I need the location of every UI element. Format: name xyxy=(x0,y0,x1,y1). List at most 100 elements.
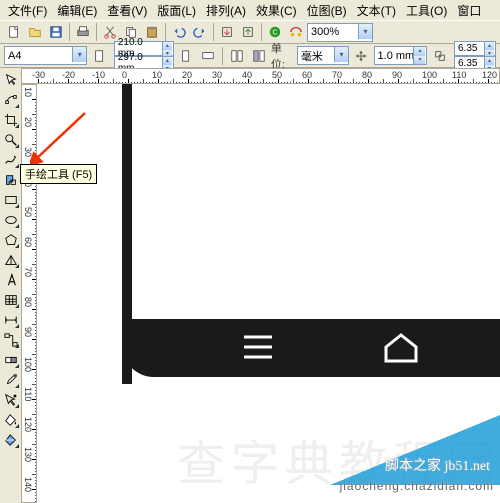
open-button[interactable] xyxy=(25,22,45,42)
separator xyxy=(69,23,70,41)
spinner-icon[interactable]: ▴▾ xyxy=(413,47,425,64)
pick-tool[interactable] xyxy=(1,70,20,89)
toolbox xyxy=(0,68,21,451)
undo-button[interactable] xyxy=(169,22,189,42)
paper-size-combo[interactable]: A4 ▾ xyxy=(4,46,87,65)
ruler-tick: 30 xyxy=(212,70,222,80)
units-value: 毫米 xyxy=(301,48,323,64)
watermark-url: jiaocheng.chazidian.com xyxy=(340,479,494,493)
menu-text[interactable]: 文本(T) xyxy=(353,0,400,21)
text-tool[interactable] xyxy=(1,270,20,289)
current-page-button[interactable] xyxy=(249,46,268,66)
landscape-button[interactable] xyxy=(198,46,217,66)
page-dimension-fields: 210.0 mm▴▾ 297.0 mm▴▾ xyxy=(114,41,174,71)
zoom-combo[interactable]: 300% ▾ xyxy=(307,23,373,42)
shape-tool[interactable] xyxy=(1,90,20,109)
dimension-tool[interactable] xyxy=(1,310,20,329)
dropdown-arrow-icon: ▾ xyxy=(334,47,348,62)
horizontal-ruler[interactable]: -30-20-100102030405060708090100110120130 xyxy=(21,68,500,84)
menu-window[interactable]: 窗口 xyxy=(453,0,485,21)
watermark-brand: 脚本之家 jb51.net xyxy=(385,455,490,475)
ruler-tick: 10 xyxy=(152,70,162,80)
ruler-tick: 100 xyxy=(422,70,437,80)
spinner-icon[interactable]: ▴▾ xyxy=(162,42,172,55)
property-bar: A4▾ 210.0 mm▴▾ 297.0 mm▴▾ 单位: 毫米▾ 1.0 mm… xyxy=(0,44,500,68)
dropdown-arrow-icon: ▾ xyxy=(358,24,372,39)
dropdown-arrow-icon: ▾ xyxy=(72,47,86,62)
spinner-icon[interactable]: ▴▾ xyxy=(484,42,494,55)
home-icon xyxy=(384,333,418,363)
eyedropper-tool[interactable] xyxy=(1,370,20,389)
outline-tool[interactable] xyxy=(1,390,20,409)
crop-tool[interactable] xyxy=(1,110,20,129)
ruler-tick: 50 xyxy=(272,70,282,80)
menu-tools[interactable]: 工具(O) xyxy=(402,0,451,21)
ruler-tick: 80 xyxy=(362,70,372,80)
separator xyxy=(165,23,166,41)
freehand-tool[interactable] xyxy=(1,150,20,169)
menu-view[interactable]: 查看(V) xyxy=(103,0,151,21)
basic-shapes-tool[interactable] xyxy=(1,250,20,269)
fill-tool[interactable] xyxy=(1,410,20,429)
separator xyxy=(213,23,214,41)
interactive-fill-tool[interactable] xyxy=(1,430,20,449)
ruler-tick: 0 xyxy=(122,70,127,80)
connector-tool[interactable] xyxy=(1,330,20,349)
nudge-offset-field[interactable]: 1.0 mm▴▾ xyxy=(374,46,428,65)
ruler-tick: 40 xyxy=(242,70,252,80)
all-pages-button[interactable] xyxy=(228,46,247,66)
print-button[interactable] xyxy=(73,22,93,42)
menu-file[interactable]: 文件(F) xyxy=(4,0,51,21)
ruler-tick: 70 xyxy=(332,70,342,80)
menu-edit[interactable]: 编辑(E) xyxy=(53,0,101,21)
separator xyxy=(96,23,97,41)
phone-navbar-shape[interactable] xyxy=(122,319,500,377)
ellipse-tool[interactable] xyxy=(1,210,20,229)
units-label: 单位: xyxy=(271,40,294,72)
zoom-value: 300% xyxy=(311,26,339,38)
ruler-tick: 120 xyxy=(482,70,497,80)
export-button[interactable] xyxy=(238,22,258,42)
tool-tooltip: 手绘工具 (F5) xyxy=(20,164,97,184)
menu-layout[interactable]: 版面(L) xyxy=(153,0,200,21)
zoom-tool[interactable] xyxy=(1,130,20,149)
ruler-tick: 80 xyxy=(23,297,33,307)
ruler-tick: 90 xyxy=(392,70,402,80)
ruler-tick: 90 xyxy=(23,327,33,337)
interactive-effects-tool[interactable] xyxy=(1,350,20,369)
paper-size-value: A4 xyxy=(8,50,21,62)
standard-toolbar: C 300% ▾ xyxy=(0,20,500,44)
duplicate-distance-fields: 6.35 ▴▾ 6.35 ▴▾ xyxy=(454,41,496,71)
duplicate-x-value: 6.35 xyxy=(458,43,477,54)
units-combo[interactable]: 毫米 ▾ xyxy=(297,46,349,65)
menu-bitmap[interactable]: 位图(B) xyxy=(303,0,351,21)
save-button[interactable] xyxy=(46,22,66,42)
separator xyxy=(222,47,223,65)
import-button[interactable] xyxy=(217,22,237,42)
new-button[interactable] xyxy=(4,22,24,42)
duplicate-x-field[interactable]: 6.35 ▴▾ xyxy=(454,41,496,56)
ruler-tick: 110 xyxy=(452,70,466,80)
menu-arrange[interactable]: 排列(A) xyxy=(202,0,250,21)
ruler-tick: 20 xyxy=(182,70,192,80)
ruler-tick: 70 xyxy=(23,267,33,277)
rectangle-tool[interactable] xyxy=(1,190,20,209)
ruler-tick: 60 xyxy=(302,70,312,80)
polygon-tool[interactable] xyxy=(1,230,20,249)
portrait-button[interactable] xyxy=(177,46,196,66)
nudge-icon xyxy=(352,46,371,66)
annotation-arrow xyxy=(30,108,90,168)
ruler-tick: 10 xyxy=(23,87,33,97)
main-menu-bar: 文件(F) 编辑(E) 查看(V) 版面(L) 排列(A) 效果(C) 位图(B… xyxy=(0,0,500,20)
svg-text:C: C xyxy=(272,30,277,37)
menu-effects[interactable]: 效果(C) xyxy=(252,0,301,21)
nudge-value: 1.0 mm xyxy=(378,50,415,62)
drawing-canvas[interactable]: 查字典教程网 脚本之家 jb51.net jiaocheng.chazidian… xyxy=(37,84,500,503)
table-tool[interactable] xyxy=(1,290,20,309)
duplicate-y-value: 6.35 xyxy=(458,58,477,69)
page-dimensions-icon xyxy=(90,46,109,66)
smart-fill-tool[interactable] xyxy=(1,170,20,189)
ruler-tick: 60 xyxy=(23,237,33,247)
separator xyxy=(261,23,262,41)
redo-button[interactable] xyxy=(190,22,210,42)
